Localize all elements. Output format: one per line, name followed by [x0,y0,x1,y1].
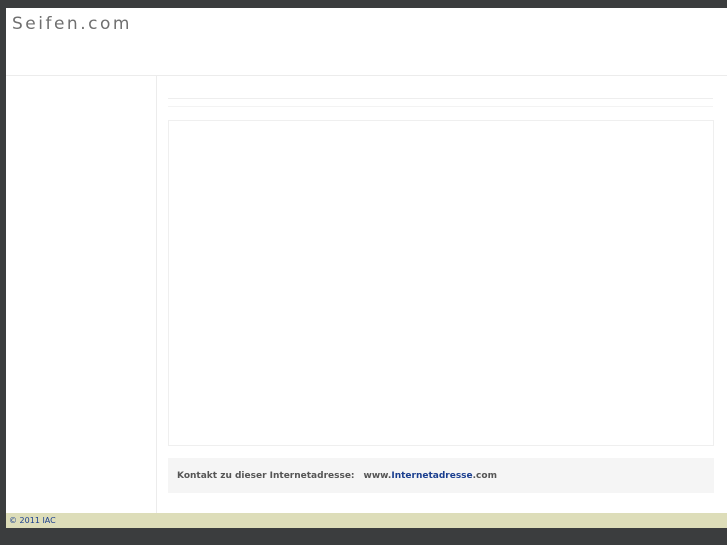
contact-label: Kontakt zu dieser Internetadresse: [177,470,355,481]
content-frame [168,120,714,446]
divider [168,106,713,107]
site-title: Seifen.com [12,14,132,34]
copyright-text: © 2011 IAC [9,516,56,525]
contact-address: www.Internetadresse.com [364,471,497,481]
page-container: Seifen.com Kontakt zu dieser Internetadr… [6,8,727,513]
contact-bar: Kontakt zu dieser Internetadresse: www.I… [168,458,714,493]
main-content: Kontakt zu dieser Internetadresse: www.I… [157,76,727,513]
contact-link[interactable]: Internetadresse [391,471,472,481]
sidebar [6,76,157,513]
contact-suffix: .com [472,470,497,481]
page-header: Seifen.com [6,8,727,76]
footer: © 2011 IAC [6,513,727,528]
contact-prefix: www. [363,470,392,481]
divider [168,98,713,99]
